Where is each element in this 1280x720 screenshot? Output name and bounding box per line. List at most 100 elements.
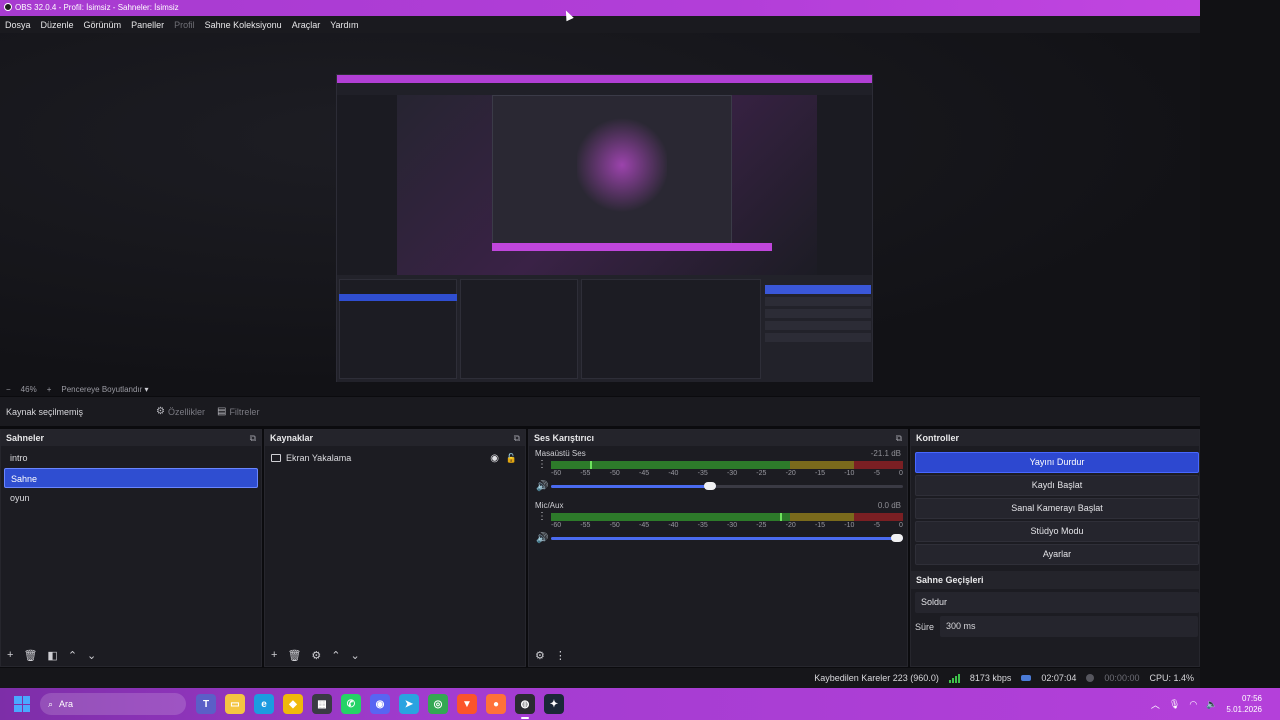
- volume-slider-handle[interactable]: [891, 534, 903, 542]
- add-scene-button[interactable]: +: [7, 649, 13, 661]
- scene-item[interactable]: intro: [4, 448, 258, 468]
- channel-db: 0.0 dB: [877, 501, 901, 510]
- clock[interactable]: 07:56 5.01.2026: [1226, 693, 1262, 715]
- speaker-icon[interactable]: 🔊: [536, 481, 548, 492]
- volume-slider-handle[interactable]: [704, 482, 717, 490]
- volume-slider[interactable]: [551, 482, 903, 490]
- scene-item[interactable]: Sahne: [4, 468, 258, 488]
- menu-item[interactable]: Profil: [174, 20, 195, 30]
- meter-yellow-zone: [790, 513, 854, 521]
- transition-select[interactable]: Soldur: [915, 592, 1199, 613]
- remove-source-button[interactable]: 🗑: [287, 649, 301, 662]
- settings-button[interactable]: Ayarlar: [915, 544, 1199, 565]
- zoom-mode-dropdown[interactable]: Pencereye Boyutlandır ▾: [61, 385, 148, 394]
- move-down-button[interactable]: ⌄: [351, 649, 360, 662]
- source-item[interactable]: Ekran Yakalama ◉ 🔓: [265, 449, 525, 467]
- speaker-icon[interactable]: 🔊: [536, 533, 548, 544]
- edge-icon[interactable]: e: [254, 694, 274, 714]
- scene-filters-button[interactable]: ◧: [47, 649, 57, 662]
- binance-icon[interactable]: ◆: [283, 694, 303, 714]
- zoom-in-button[interactable]: +: [47, 385, 52, 394]
- menu-item[interactable]: Dosya: [5, 20, 31, 30]
- menu-item[interactable]: Araçlar: [292, 20, 321, 30]
- preview-canvas[interactable]: [0, 33, 1200, 382]
- eye-icon[interactable]: ◉: [490, 453, 499, 464]
- studio-mode-button[interactable]: Stüdyo Modu: [915, 521, 1199, 542]
- meter-tick: 0: [899, 522, 903, 529]
- microphone-icon[interactable]: 🎙: [1169, 699, 1180, 710]
- advanced-audio-button[interactable]: ⚙: [535, 649, 545, 662]
- captured-screen-preview: [336, 74, 873, 382]
- channel-menu-icon[interactable]: ⋮: [537, 460, 547, 470]
- brave-icon[interactable]: ▼: [457, 694, 477, 714]
- volume-icon[interactable]: 🔈: [1206, 699, 1217, 710]
- scene-list: intro Sahne oyun: [1, 446, 261, 508]
- meter-tick: -15: [814, 522, 826, 529]
- meter-tick: -55: [580, 470, 591, 477]
- steam-icon[interactable]: ✦: [544, 694, 564, 714]
- meter-tick: -60: [551, 470, 562, 477]
- menu-item[interactable]: Yardım: [330, 20, 358, 30]
- mixer-menu-button[interactable]: ⋮: [555, 649, 566, 662]
- meter-scale: -60 -55 -50 -45 -40 -35 -30 -25 -20 -15 -10 -5 0: [551, 470, 903, 477]
- meter-tick: -30: [726, 522, 738, 529]
- windows-start-icon[interactable]: [14, 696, 30, 712]
- nested-mixer-dock: [581, 279, 761, 379]
- nested-title-bar: [337, 75, 872, 83]
- zoom-out-button[interactable]: −: [6, 385, 11, 394]
- properties-button[interactable]: ⚙ Özellikler: [150, 403, 211, 421]
- taskbar-search[interactable]: ⌕ Ara: [40, 693, 186, 715]
- undock-icon[interactable]: ⧉: [250, 430, 256, 446]
- menu-item[interactable]: Düzenle: [41, 20, 74, 30]
- discord-icon[interactable]: ◉: [370, 694, 390, 714]
- meter-tick: -50: [609, 470, 620, 477]
- sources-title: Kaynaklar: [270, 433, 314, 443]
- telegram-icon[interactable]: ➤: [399, 694, 419, 714]
- duration-input[interactable]: 300 ms: [940, 616, 1199, 637]
- file-explorer-icon[interactable]: ▭: [225, 694, 245, 714]
- mixer-channels: Masaüstü Ses -21.1 dB ⋮ -60 -55 -50 -45 -40 -35-…: [529, 446, 907, 550]
- meter-red-zone: [853, 461, 903, 469]
- menu-item[interactable]: Görünüm: [84, 20, 122, 30]
- source-properties-button[interactable]: ⚙: [311, 649, 321, 662]
- meter-tick: -10: [844, 522, 855, 529]
- wifi-icon[interactable]: ◠: [1189, 699, 1197, 710]
- volume-slider[interactable]: [551, 534, 903, 542]
- calculator-icon[interactable]: ▦: [312, 694, 332, 714]
- desktop-background-strip: [1200, 0, 1280, 688]
- duration-label: Süre: [915, 621, 935, 632]
- start-virtual-camera-button[interactable]: Sanal Kamerayı Başlat: [915, 498, 1199, 519]
- channel-menu-icon[interactable]: ⋮: [537, 512, 547, 522]
- controls-header: Kontroller: [911, 430, 1199, 446]
- remove-scene-button[interactable]: 🗑: [23, 649, 37, 662]
- mixer-channel: Mic/Aux 0.0 dB ⋮ -60 -55 -50 -45 -40 -35 -30 -25 -2…: [529, 498, 907, 550]
- firefox-icon[interactable]: ●: [486, 694, 506, 714]
- stop-streaming-button[interactable]: Yayını Durdur: [915, 452, 1199, 473]
- scene-item[interactable]: oyun: [4, 488, 258, 508]
- move-up-button[interactable]: ⌃: [68, 649, 77, 662]
- menu-item[interactable]: Paneller: [131, 20, 164, 30]
- move-down-button[interactable]: ⌄: [87, 649, 96, 662]
- taskbar-apps: T ▭ e ◆ ▦ ✆ ◉ ➤ ◎ ▼ ● ◍ ✦: [196, 694, 564, 719]
- undock-icon[interactable]: ⧉: [514, 430, 520, 446]
- undock-icon[interactable]: ⧉: [896, 430, 902, 446]
- mixer-title: Ses Karıştırıcı: [534, 433, 595, 443]
- add-source-button[interactable]: +: [271, 649, 277, 661]
- lock-icon[interactable]: 🔓: [506, 453, 517, 464]
- teams-icon[interactable]: T: [196, 694, 216, 714]
- nested-button: [765, 321, 871, 330]
- start-recording-button[interactable]: Kaydı Başlat: [915, 475, 1199, 496]
- search-icon: ⌕: [48, 698, 54, 709]
- scene-transitions-header: Sahne Geçişleri: [911, 571, 1199, 589]
- whatsapp-icon[interactable]: ✆: [341, 694, 361, 714]
- move-up-button[interactable]: ⌃: [331, 649, 340, 662]
- menu-item[interactable]: Sahne Koleksiyonu: [205, 20, 282, 30]
- volume-meter: [551, 461, 903, 469]
- filters-button[interactable]: ▤ Filtreler: [211, 403, 265, 421]
- preview-zoom-bar: − 46% + Pencereye Boyutlandır ▾: [0, 382, 1200, 396]
- chevron-up-icon[interactable]: ︿: [1151, 698, 1160, 711]
- system-tray: ︿ 🎙 ◠ 🔈 07:56 5.01.2026: [1151, 688, 1280, 720]
- obs-icon[interactable]: ◍: [515, 694, 535, 719]
- chevron-down-icon: ▾: [144, 384, 149, 394]
- chrome-icon[interactable]: ◎: [428, 694, 448, 714]
